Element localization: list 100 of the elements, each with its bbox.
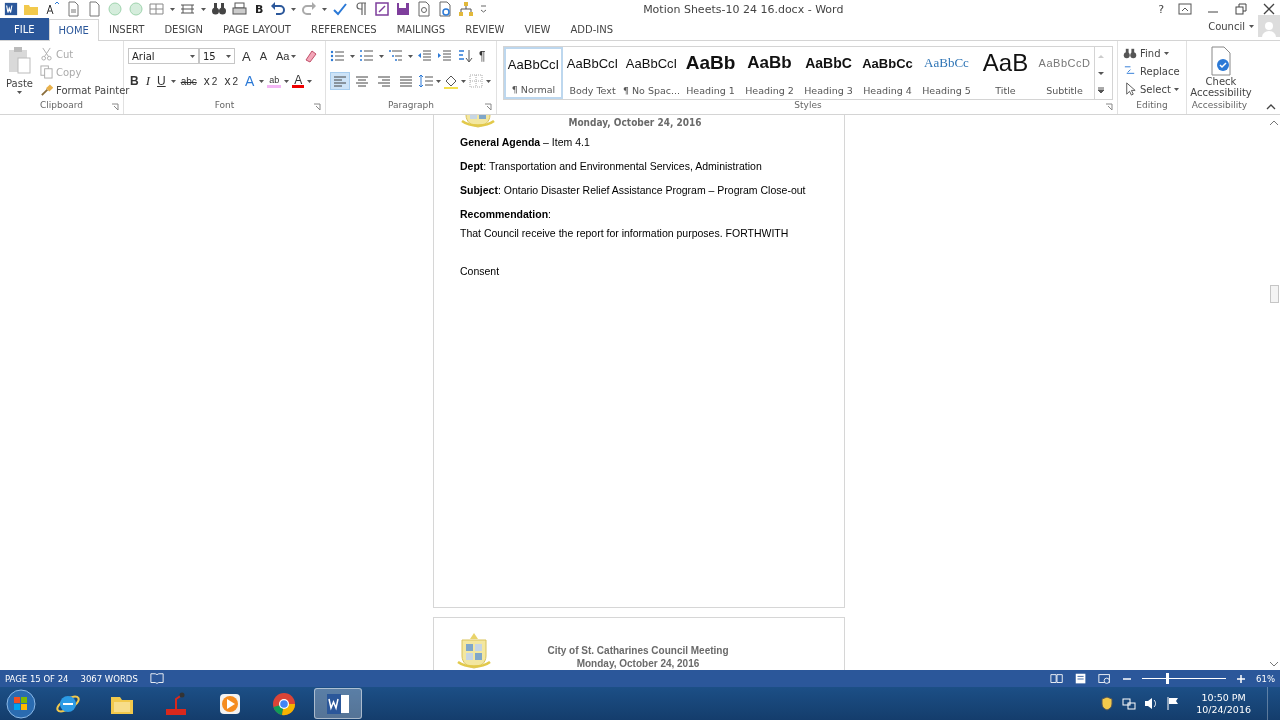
volume-icon[interactable] bbox=[1144, 696, 1159, 711]
find-button[interactable]: Find bbox=[1122, 45, 1182, 61]
ribbon-tab[interactable]: ADD-INS bbox=[560, 18, 624, 40]
bold-button[interactable]: B bbox=[128, 72, 141, 90]
spelling-check-icon[interactable] bbox=[332, 1, 349, 17]
network-icon[interactable] bbox=[1122, 696, 1137, 711]
caret-icon[interactable] bbox=[291, 54, 297, 58]
save-icon[interactable] bbox=[395, 1, 412, 17]
scrollbar-thumb[interactable] bbox=[1269, 284, 1279, 303]
scroll-down-icon[interactable] bbox=[1269, 660, 1279, 668]
proofing-icon[interactable] bbox=[149, 671, 164, 686]
zoom-level[interactable]: 61% bbox=[1256, 673, 1275, 684]
ribbon-tab[interactable]: MAILINGS bbox=[386, 18, 456, 40]
new-document-icon[interactable] bbox=[65, 1, 81, 17]
clock-time[interactable]: 10:50 PM bbox=[1201, 691, 1246, 704]
bullets-icon[interactable] bbox=[330, 48, 346, 64]
user-name[interactable]: Council bbox=[1208, 20, 1245, 32]
zoom-in-icon[interactable] bbox=[1236, 673, 1247, 684]
undo-icon[interactable] bbox=[270, 1, 287, 17]
increase-indent-icon[interactable] bbox=[437, 48, 453, 64]
style-option[interactable]: AaBb Heading 1 bbox=[681, 47, 740, 99]
binoculars-icon[interactable] bbox=[211, 1, 227, 17]
caret-icon[interactable] bbox=[291, 7, 297, 11]
caret-icon[interactable] bbox=[190, 54, 195, 58]
magnifier-document-icon[interactable] bbox=[416, 1, 433, 17]
close-icon[interactable] bbox=[1262, 2, 1276, 16]
caret-icon[interactable] bbox=[486, 79, 491, 83]
scroll-down-icon[interactable] bbox=[1097, 69, 1105, 76]
web-layout-icon[interactable] bbox=[1098, 671, 1113, 686]
flag-icon[interactable] bbox=[1166, 696, 1181, 711]
shrink-button[interactable]: A bbox=[257, 47, 269, 65]
caret-icon[interactable] bbox=[322, 7, 328, 11]
caret-icon[interactable] bbox=[284, 79, 290, 83]
multilevel-list-icon[interactable] bbox=[388, 48, 404, 64]
print-preview-icon[interactable] bbox=[232, 1, 248, 17]
style-option[interactable]: AaBb Heading 2 bbox=[740, 47, 799, 99]
ribbon-tab[interactable]: DESIGN bbox=[154, 18, 213, 40]
caret-icon[interactable] bbox=[350, 54, 355, 58]
highlight-button[interactable]: ab bbox=[267, 74, 282, 88]
caret-icon[interactable] bbox=[1173, 87, 1179, 91]
replace-button[interactable]: Replace bbox=[1122, 63, 1182, 79]
taskbar-app[interactable] bbox=[314, 688, 362, 719]
caret-icon[interactable] bbox=[1163, 51, 1169, 55]
page-count[interactable]: PAGE 15 OF 24 bbox=[5, 673, 69, 684]
dialog-launcher-icon[interactable] bbox=[111, 103, 119, 111]
shield-icon[interactable] bbox=[1100, 696, 1115, 711]
italic-button[interactable]: I bbox=[143, 72, 152, 90]
font-name-field[interactable]: Arial bbox=[128, 48, 199, 64]
style-option[interactable]: AaBbCc Heading 4 bbox=[858, 47, 917, 99]
caret-icon[interactable] bbox=[201, 7, 206, 11]
dialog-launcher-icon[interactable] bbox=[313, 103, 321, 111]
paste-button[interactable]: Paste bbox=[4, 44, 35, 100]
dialog-launcher-icon[interactable] bbox=[484, 103, 492, 111]
case-button[interactable]: Aa bbox=[274, 47, 299, 65]
ribbon-tab[interactable]: HOME bbox=[48, 19, 99, 41]
caret-icon[interactable] bbox=[17, 91, 22, 94]
ribbon-tab[interactable]: INSERT bbox=[98, 18, 155, 40]
style-option[interactable]: AaBbCcI ¶ Normal bbox=[504, 47, 563, 99]
effects-button[interactable]: A bbox=[242, 72, 257, 90]
paintbrush-icon[interactable] bbox=[40, 83, 53, 97]
read-mode-icon[interactable] bbox=[1050, 671, 1065, 686]
font-size-icon[interactable] bbox=[44, 1, 60, 17]
style-option[interactable]: AaB Title bbox=[976, 47, 1035, 99]
ribbon-tab[interactable]: PAGE LAYOUT bbox=[212, 18, 301, 40]
insert-row-icon[interactable] bbox=[180, 1, 196, 17]
caret-icon[interactable] bbox=[379, 54, 384, 58]
help-button[interactable]: ? bbox=[1158, 2, 1164, 16]
select-button[interactable]: Select bbox=[1122, 81, 1182, 97]
bold-button[interactable]: B bbox=[253, 2, 266, 16]
edit-document-icon[interactable] bbox=[374, 1, 391, 17]
caret-icon[interactable] bbox=[226, 54, 231, 58]
show-marks-button[interactable]: ¶ bbox=[477, 47, 488, 65]
style-option[interactable]: AaBbCcI Body Text bbox=[563, 47, 622, 99]
caret-icon[interactable] bbox=[170, 7, 175, 11]
line-spacing-icon[interactable] bbox=[418, 73, 434, 89]
ribbon-display-icon[interactable] bbox=[1178, 2, 1192, 16]
check-accessibility-button[interactable]: Check Accessibility bbox=[1191, 44, 1251, 100]
start-button[interactable] bbox=[4, 688, 38, 719]
paint-bucket-icon[interactable] bbox=[443, 73, 459, 89]
style-option[interactable]: AaBbCcD Subtitle bbox=[1035, 47, 1094, 99]
scroll-up-icon[interactable] bbox=[1269, 119, 1279, 127]
dialog-launcher-icon[interactable] bbox=[1105, 103, 1113, 111]
caret-icon[interactable] bbox=[436, 79, 441, 83]
caret-icon[interactable] bbox=[259, 79, 265, 83]
word-count[interactable]: 3067 WORDS bbox=[80, 673, 138, 684]
color-button[interactable]: A bbox=[292, 74, 305, 88]
refresh-document-icon[interactable] bbox=[437, 1, 454, 17]
caret-icon[interactable] bbox=[1249, 24, 1254, 28]
caret-icon[interactable] bbox=[461, 79, 466, 83]
ribbon-tab[interactable]: FILE bbox=[0, 18, 49, 40]
underline-button[interactable]: U bbox=[155, 72, 168, 90]
caret-icon[interactable] bbox=[170, 79, 176, 83]
clock-date[interactable]: 10/24/2016 bbox=[1196, 703, 1251, 716]
caret-icon[interactable] bbox=[307, 79, 313, 83]
style-option[interactable]: AaBbCcI ¶ No Spac... bbox=[622, 47, 681, 99]
sort-icon[interactable] bbox=[457, 48, 473, 64]
restore-icon[interactable] bbox=[1234, 2, 1248, 16]
strike-button[interactable]: abc bbox=[178, 72, 199, 90]
ribbon-tab[interactable]: REFERENCES bbox=[300, 18, 387, 40]
style-option[interactable]: AaBbC Heading 3 bbox=[799, 47, 858, 99]
